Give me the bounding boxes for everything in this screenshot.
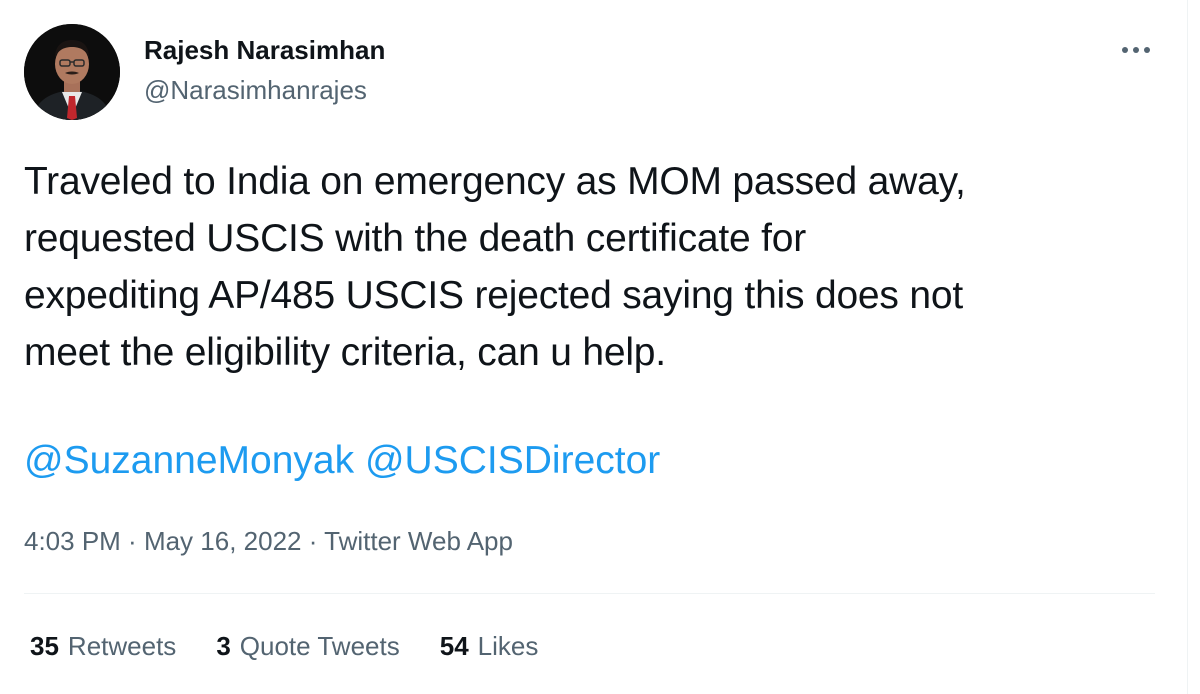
- likes-label: Likes: [477, 631, 539, 661]
- tweet-source[interactable]: Twitter Web App: [324, 526, 513, 556]
- tweet-text-line: Traveled to India on emergency as MOM pa…: [24, 160, 966, 203]
- retweets-label: Retweets: [67, 631, 177, 661]
- tweet-time[interactable]: 4:03 PM: [24, 526, 121, 556]
- quote-tweets-count: 3: [216, 631, 231, 661]
- mention-link-suzannemonyak[interactable]: @SuzanneMonyak: [24, 439, 354, 482]
- mention-link-uscisdirector[interactable]: @USCISDirector: [365, 439, 660, 482]
- retweets-stat[interactable]: 35 Retweets: [30, 628, 176, 664]
- more-dots-icon: [1122, 47, 1150, 53]
- quote-tweets-stat[interactable]: 3 Quote Tweets: [216, 628, 399, 664]
- meta-separator: ·: [301, 526, 325, 556]
- likes-stat[interactable]: 54 Likes: [440, 628, 539, 664]
- card-border: [1187, 0, 1188, 694]
- tweet-mentions: @SuzanneMonyak @USCISDirector: [24, 432, 660, 489]
- avatar-image: [24, 24, 120, 120]
- author-display-name[interactable]: Rajesh Narasimhan: [144, 34, 385, 66]
- tweet-text-line: requested USCIS with the death certifica…: [24, 217, 807, 260]
- divider: [24, 593, 1155, 594]
- avatar[interactable]: [24, 24, 120, 120]
- quote-tweets-label: Quote Tweets: [239, 631, 400, 661]
- tweet-text-line: expediting AP/485 USCIS rejected saying …: [24, 274, 963, 317]
- tweet-text: Traveled to India on emergency as MOM pa…: [24, 153, 1174, 381]
- more-options-button[interactable]: [1115, 34, 1157, 66]
- likes-count: 54: [439, 631, 469, 661]
- tweet-card: Rajesh Narasimhan @Narasimhanrajes Trave…: [0, 0, 1200, 694]
- tweet-text-line: meet the eligibility criteria, can u hel…: [24, 331, 666, 374]
- tweet-date[interactable]: May 16, 2022: [144, 526, 302, 556]
- tweet-stats: 35 Retweets 3 Quote Tweets 54 Likes: [30, 628, 578, 664]
- retweets-count: 35: [30, 631, 59, 661]
- tweet-meta: 4:03 PM · May 16, 2022 · Twitter Web App: [24, 523, 513, 559]
- author-handle[interactable]: @Narasimhanrajes: [144, 74, 367, 106]
- meta-separator: ·: [120, 526, 144, 556]
